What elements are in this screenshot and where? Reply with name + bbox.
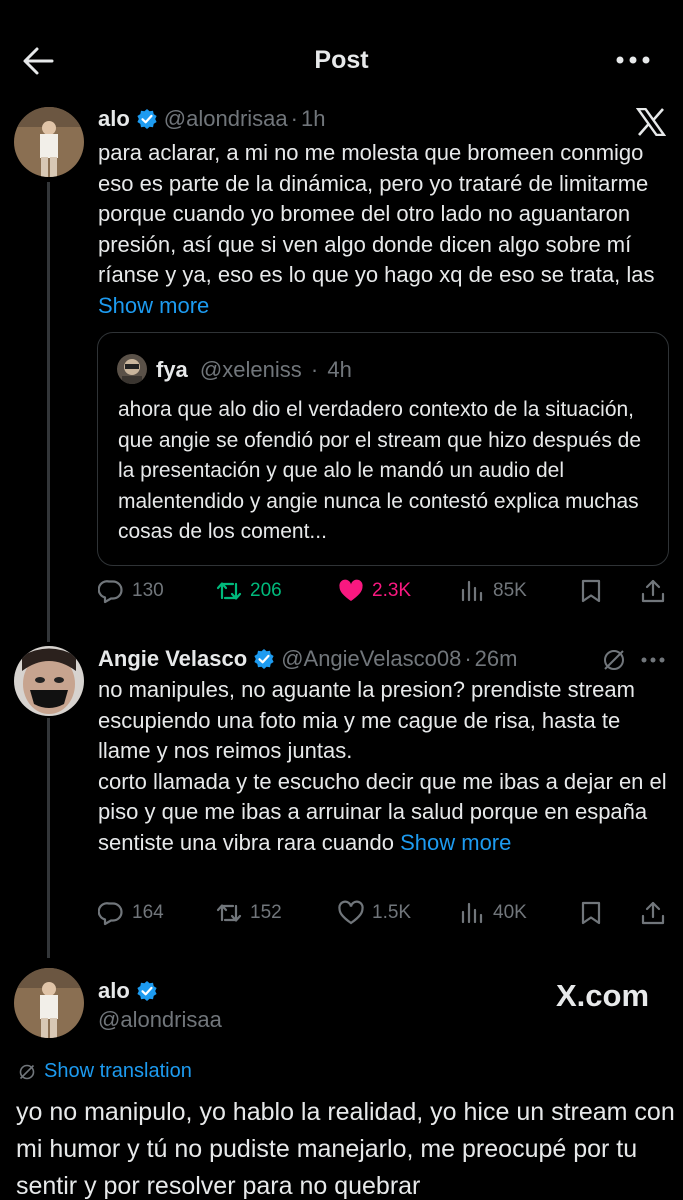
repost-count: 206 <box>250 580 282 601</box>
reply-count: 130 <box>132 580 164 601</box>
repost-icon <box>216 582 242 600</box>
views-button[interactable]: 40K <box>459 900 527 926</box>
avatar[interactable] <box>14 107 84 177</box>
author-name[interactable]: alo <box>98 978 130 1004</box>
verified-icon <box>137 981 157 1001</box>
translate-icon <box>19 1064 35 1079</box>
post-text: no manipules, no aguante la presion? pre… <box>98 677 667 855</box>
show-translation-label: Show translation <box>44 1060 192 1082</box>
post-time[interactable]: 26m <box>475 646 518 672</box>
views-count: 85K <box>493 580 527 601</box>
show-translation-button[interactable]: Show translation <box>18 1060 192 1083</box>
author-handle[interactable]: @AngieVelasco08 <box>281 646 461 672</box>
repost-button[interactable]: 206 <box>216 578 282 604</box>
like-count: 1.5K <box>372 902 412 923</box>
post-text: para aclarar, a mi no me molesta que bro… <box>98 140 655 318</box>
post-time[interactable]: 1h <box>301 106 325 132</box>
like-icon <box>338 900 364 925</box>
views-icon <box>461 580 483 602</box>
bookmark-icon <box>581 579 601 603</box>
reply-button[interactable]: 130 <box>98 578 164 604</box>
quote-time: 4h <box>327 357 352 382</box>
views-icon <box>461 902 483 924</box>
show-more-link[interactable]: Show more <box>98 293 209 318</box>
reply-count: 164 <box>132 902 164 923</box>
bookmark-button[interactable] <box>578 578 612 604</box>
like-count: 2.3K <box>372 580 412 601</box>
author-name[interactable]: alo <box>98 106 130 132</box>
repost-icon <box>216 904 242 922</box>
quote-avatar <box>117 354 147 384</box>
top-bar: Post <box>0 0 683 120</box>
post-actions: 130 206 2.3K 85K <box>98 578 668 610</box>
translate-icon[interactable] <box>601 647 627 673</box>
post-text: yo no manipulo, yo hablo la realidad, yo… <box>16 1098 675 1200</box>
page-title: Post <box>314 46 369 74</box>
bookmark-icon <box>581 901 601 925</box>
post-header: alo <box>98 978 164 1004</box>
share-icon <box>641 901 665 925</box>
author-handle[interactable]: @alondrisaa <box>164 106 288 132</box>
quote-text: ahora que alo dio el verdadero contexto … <box>118 398 642 543</box>
reply-icon <box>98 580 123 604</box>
show-more-link[interactable]: Show more <box>400 830 511 855</box>
more-icon[interactable] <box>615 52 651 68</box>
author-handle[interactable]: @alondrisaa <box>98 1007 222 1033</box>
quote-header: fya @xeleniss · 4h <box>156 357 352 382</box>
author-name[interactable]: Angie Velasco <box>98 646 247 672</box>
post-header: alo @alondrisaa · 1h <box>98 106 326 132</box>
quote-author-name: fya <box>156 357 188 382</box>
bookmark-button[interactable] <box>578 900 612 926</box>
thread-line <box>47 182 50 642</box>
like-button[interactable]: 2.3K <box>338 578 411 604</box>
verified-icon <box>137 109 157 129</box>
post-actions: 164 152 1.5K 40K <box>98 900 668 932</box>
share-button[interactable] <box>640 578 674 604</box>
quote-author-handle: @xeleniss <box>199 357 302 382</box>
share-icon <box>641 579 665 603</box>
thread-line <box>47 718 50 958</box>
watermark: X.com <box>556 978 650 1013</box>
like-button[interactable]: 1.5K <box>338 900 411 926</box>
x-logo-icon[interactable] <box>636 108 666 136</box>
quoted-post[interactable]: fya @xeleniss · 4h ahora que alo dio el … <box>97 332 669 566</box>
views-button[interactable]: 85K <box>459 578 527 604</box>
avatar[interactable] <box>14 968 84 1038</box>
more-icon[interactable] <box>641 656 665 664</box>
avatar[interactable] <box>14 646 84 716</box>
post-header: Angie Velasco @AngieVelasco08 · 26m <box>98 646 518 672</box>
repost-count: 152 <box>250 902 282 923</box>
views-count: 40K <box>493 902 527 923</box>
repost-button[interactable]: 152 <box>216 900 282 926</box>
reply-button[interactable]: 164 <box>98 900 164 926</box>
share-button[interactable] <box>640 900 674 926</box>
like-icon <box>339 579 363 601</box>
reply-icon <box>98 902 123 926</box>
verified-icon <box>254 649 274 669</box>
